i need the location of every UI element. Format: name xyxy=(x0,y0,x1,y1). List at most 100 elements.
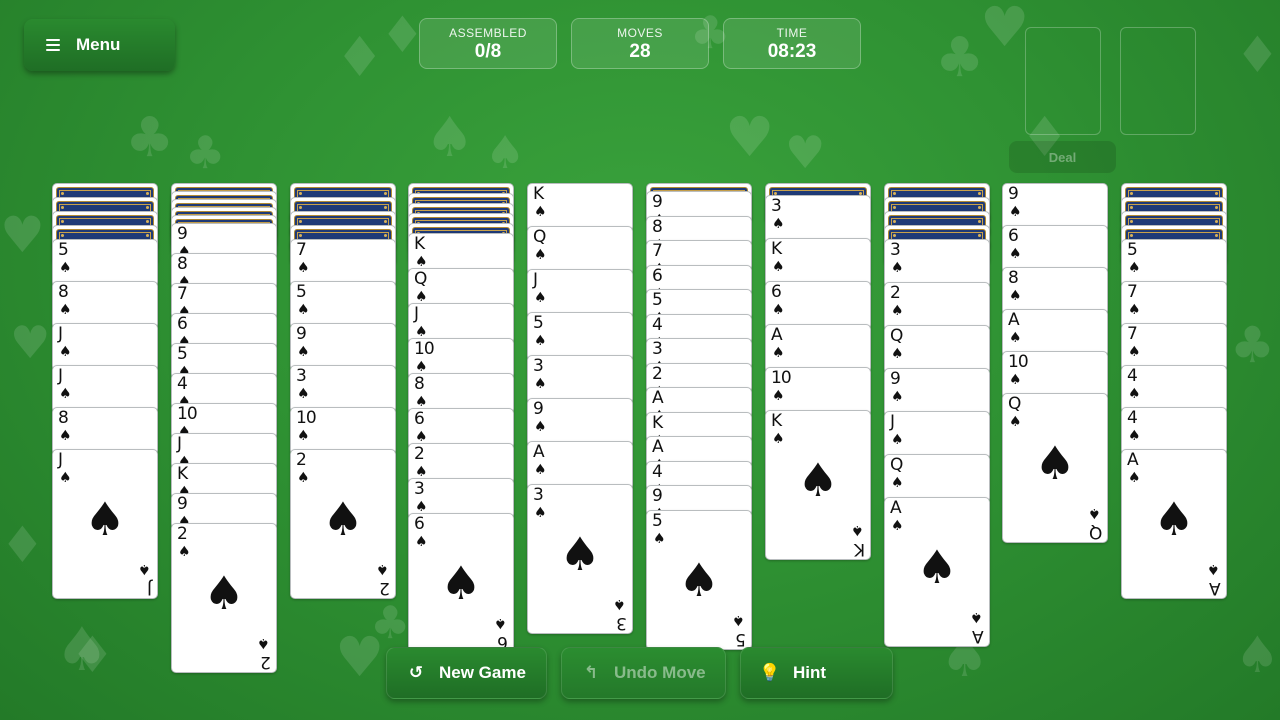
playing-card[interactable]: 4♠ xyxy=(1121,365,1227,413)
playing-card[interactable]: 3 ♠ ♠ ♠ 3 xyxy=(527,484,633,634)
hint-button[interactable]: 💡 Hint xyxy=(740,647,893,699)
spade-icon: ♠ xyxy=(1034,436,1076,490)
card-rank: 8 xyxy=(177,254,188,274)
spade-icon: ♠ xyxy=(494,615,507,631)
card-rank: 9 xyxy=(890,369,901,389)
playing-card[interactable]: 10 ♠ xyxy=(1002,351,1108,399)
playing-card[interactable]: 2 ♠ ♠ ♠ 2 xyxy=(171,523,277,673)
card-rank: 5 xyxy=(652,510,663,531)
playing-card[interactable]: 2 ♠ ♠ ♠ 2 xyxy=(290,449,396,599)
playing-card[interactable]: 3♠ xyxy=(765,195,871,244)
playing-card[interactable]: 7♠ xyxy=(1121,281,1227,329)
playing-card[interactable]: 9♠ xyxy=(527,398,633,447)
playing-card[interactable]: 2♠ xyxy=(884,282,990,331)
spade-icon: ♠ xyxy=(772,431,785,447)
assembled-counter: ASSEMBLED 0/8 xyxy=(419,18,557,69)
menu-label: Menu xyxy=(76,35,121,54)
playing-card[interactable]: Q ♠ xyxy=(527,226,633,275)
playing-card[interactable]: J ♠ xyxy=(52,323,158,371)
playing-card[interactable]: 5♠ xyxy=(52,239,158,287)
spade-icon: ♠ xyxy=(59,428,72,444)
card-rank: K xyxy=(533,184,545,204)
playing-card[interactable]: A♠ xyxy=(1002,309,1108,357)
spade-icon: ♠ xyxy=(1207,561,1220,577)
card-rank: 9 xyxy=(296,324,307,344)
playing-card[interactable]: 9♠ xyxy=(884,368,990,417)
hint-label: Hint xyxy=(793,663,827,682)
playing-card[interactable]: 3♠ xyxy=(290,365,396,413)
card-rank: Q xyxy=(890,326,904,346)
playing-card[interactable]: 9♠ xyxy=(290,323,396,371)
playing-card[interactable]: K♠ xyxy=(765,238,871,287)
card-rank: 3 xyxy=(414,479,425,499)
card-rank: Q xyxy=(890,455,904,475)
new-game-button[interactable]: ↺ New Game xyxy=(386,647,547,699)
spade-icon: ♠ xyxy=(59,260,72,276)
playing-card[interactable]: 7♠ xyxy=(290,239,396,287)
spade-icon: ♠ xyxy=(59,344,72,360)
spade-icon: ♠ xyxy=(59,302,72,318)
playing-card[interactable]: A♠ xyxy=(527,441,633,490)
card-rank: 3 xyxy=(533,356,544,376)
undo-move-button[interactable]: ↰ Undo Move xyxy=(561,647,726,699)
playing-card[interactable]: 4♠ xyxy=(1121,407,1227,455)
spade-icon: ♠ xyxy=(203,566,245,620)
playing-card[interactable]: 5♠ xyxy=(527,312,633,361)
stock-slot[interactable] xyxy=(1025,27,1101,135)
playing-card[interactable]: 7♠ xyxy=(1121,323,1227,371)
card-rank: 8 xyxy=(414,374,425,394)
playing-card[interactable]: 3♠ xyxy=(527,355,633,404)
playing-card[interactable]: Q ♠ xyxy=(884,325,990,374)
card-rank: 6 xyxy=(1008,226,1019,246)
spade-icon: ♠ xyxy=(415,464,428,480)
card-rank: 3 xyxy=(890,240,901,260)
playing-card[interactable]: 9♠ xyxy=(1002,183,1108,231)
playing-card[interactable]: 8♠ xyxy=(1002,267,1108,315)
card-rank: J xyxy=(58,366,64,386)
card-rank-corner: K xyxy=(853,539,865,559)
spade-icon: ♠ xyxy=(1128,344,1141,360)
playing-card[interactable]: 10 ♠ xyxy=(290,407,396,455)
spade-icon: ♠ xyxy=(1009,204,1022,220)
menu-button[interactable]: Menu xyxy=(24,19,175,71)
card-rank: Q xyxy=(1008,394,1022,414)
playing-card[interactable]: J ♠ xyxy=(52,365,158,413)
playing-card[interactable]: 6 ♠ ♠ ♠ 6 xyxy=(408,513,514,653)
spade-icon: ♠ xyxy=(1153,492,1195,546)
playing-card[interactable]: 5♠ xyxy=(290,281,396,329)
playing-card[interactable]: 6♠ xyxy=(1002,225,1108,273)
spade-icon: ♠ xyxy=(797,453,839,507)
card-rank: 2 xyxy=(296,450,307,470)
spade-icon: ♠ xyxy=(1128,386,1141,402)
playing-card[interactable]: A ♠ ♠ ♠ A xyxy=(884,497,990,647)
playing-card[interactable]: 5♠ xyxy=(1121,239,1227,287)
card-rank: J xyxy=(58,324,64,344)
playing-card[interactable]: J ♠ xyxy=(884,411,990,460)
assembled-value: 0/8 xyxy=(474,41,502,62)
playing-card[interactable]: Q ♠ xyxy=(884,454,990,503)
playing-card[interactable]: K♠ xyxy=(527,183,633,232)
card-rank: 3 xyxy=(652,339,663,359)
playing-card[interactable]: J ♠ ♠ ♠ J xyxy=(52,449,158,599)
playing-card[interactable]: J ♠ xyxy=(527,269,633,318)
playing-card[interactable]: 8♠ xyxy=(52,407,158,455)
card-rank: 8 xyxy=(1008,268,1019,288)
playing-card[interactable]: 3♠ xyxy=(884,239,990,288)
playing-card[interactable]: 5 ♠ ♠ ♠ 5 xyxy=(646,509,752,650)
card-rank: 6 xyxy=(414,409,425,429)
card-rank: 9 xyxy=(652,486,663,506)
spade-icon: ♠ xyxy=(891,432,904,448)
playing-card[interactable]: K ♠ ♠ ♠ K xyxy=(765,410,871,560)
playing-card[interactable]: 8♠ xyxy=(52,281,158,329)
spade-icon: ♠ xyxy=(534,419,547,435)
playing-card[interactable]: A ♠ ♠ ♠ A xyxy=(1121,449,1227,599)
spade-icon: ♠ xyxy=(559,527,601,581)
playing-card[interactable]: 6♠ xyxy=(765,281,871,330)
card-rank: 5 xyxy=(652,290,663,310)
new-game-label: New Game xyxy=(439,663,526,682)
playing-card[interactable]: A♠ xyxy=(765,324,871,373)
deal-button[interactable]: Deal xyxy=(1009,141,1116,173)
playing-card[interactable]: Q ♠ ♠ ♠ Q xyxy=(1002,393,1108,543)
playing-card[interactable]: 10 ♠ xyxy=(765,367,871,416)
card-rank: 5 xyxy=(58,240,69,260)
